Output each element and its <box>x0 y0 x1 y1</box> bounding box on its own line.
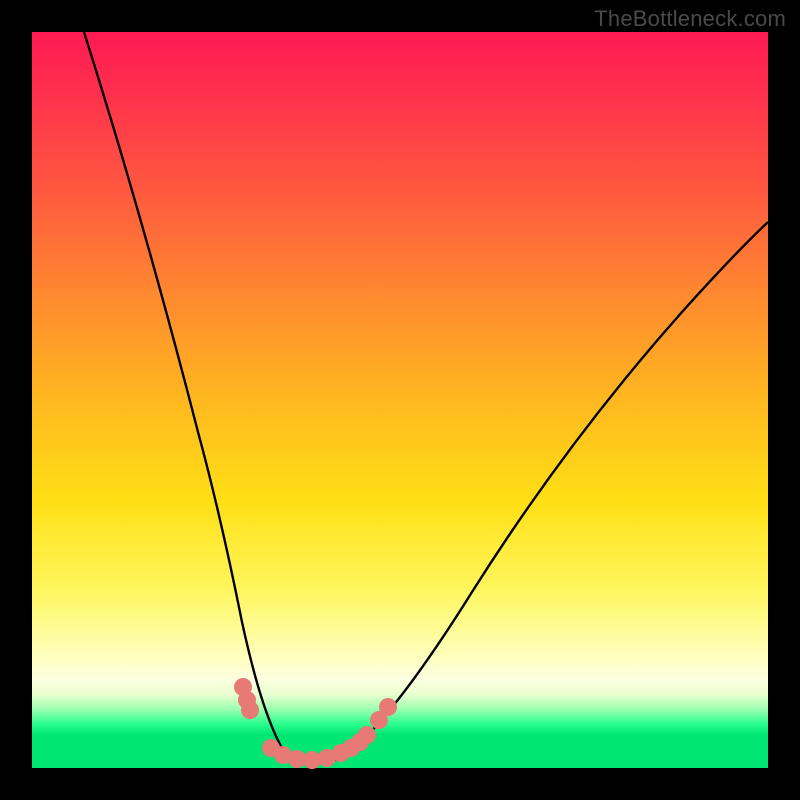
marker-dot <box>379 698 397 716</box>
marker-dot <box>358 726 376 744</box>
curve-layer <box>32 32 768 768</box>
attribution-label: TheBottleneck.com <box>594 6 786 32</box>
plot-area <box>32 32 768 768</box>
curve-left-branch <box>84 32 284 752</box>
chart-frame: TheBottleneck.com <box>0 0 800 800</box>
marker-dot <box>241 701 259 719</box>
curve-right-branch <box>348 222 768 754</box>
valley-markers <box>234 678 397 769</box>
